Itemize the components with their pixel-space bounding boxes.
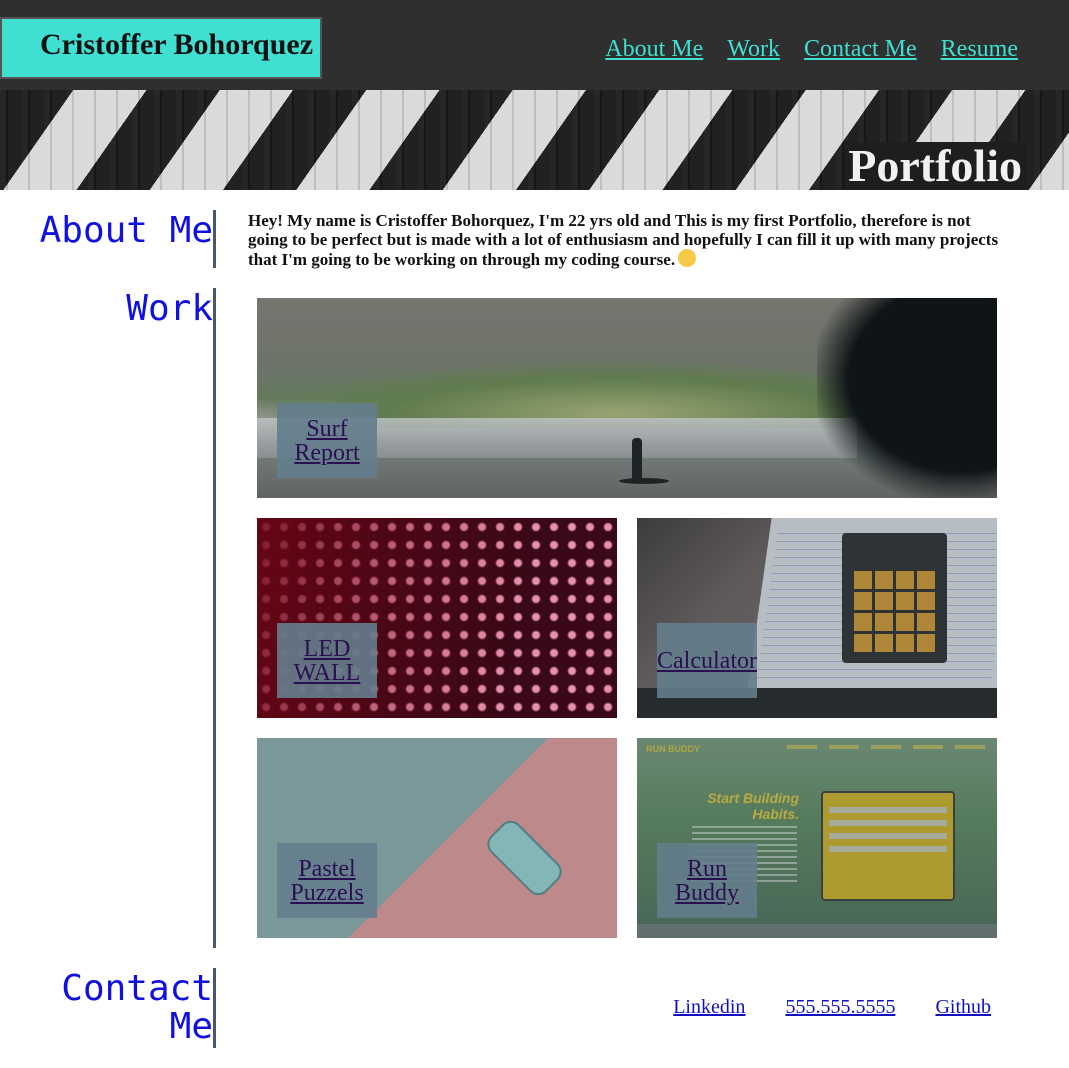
project-link-run-buddy[interactable]: Run Buddy [657,843,757,918]
github-link[interactable]: Github [935,996,991,1019]
about-text: Hey! My name is Cristoffer Bohorquez, I'… [248,211,1008,269]
project-card-led-wall[interactable]: LED WALL [257,518,617,718]
contact-links: Linkedin 555.555.5555 Github [673,996,991,1019]
smiling-face-icon [678,249,697,267]
project-link-calculator[interactable]: Calculator [657,623,757,698]
project-card-calculator[interactable]: Calculator [637,518,997,718]
nav-link-resume[interactable]: Resume [941,36,1018,63]
project-card-pastel-puzzels[interactable]: Pastel Puzzels [257,738,617,938]
project-card-surf-report[interactable]: Surf Report [257,298,997,498]
project-card-run-buddy[interactable]: RUN BUDDY Start Building Habits. Run Bud… [637,738,997,938]
work-heading: Work [126,288,213,329]
project-link-pastel-puzzels[interactable]: Pastel Puzzels [277,843,377,918]
main-nav: About Me Work Contact Me Resume [605,36,1018,63]
contact-divider [213,968,216,1048]
project-link-surf-report[interactable]: Surf Report [277,403,377,478]
nav-link-contact[interactable]: Contact Me [804,36,917,63]
about-divider [213,210,216,268]
contact-heading: Contact Me [61,968,213,1047]
nav-link-about[interactable]: About Me [605,36,703,63]
site-name: Cristoffer Bohorquez [0,17,322,79]
project-link-led-wall[interactable]: LED WALL [277,623,377,698]
work-divider [213,288,216,948]
linkedin-link[interactable]: Linkedin [673,996,745,1019]
about-paragraph: Hey! My name is Cristoffer Bohorquez, I'… [248,211,999,269]
phone-link[interactable]: 555.555.5555 [785,996,895,1019]
about-heading: About Me [39,210,213,251]
nav-link-work[interactable]: Work [727,36,780,63]
hero-banner: Portfolio [0,90,1069,190]
hero-title: Portfolio [844,142,1026,190]
site-header: Cristoffer Bohorquez About Me Work Conta… [0,0,1069,90]
